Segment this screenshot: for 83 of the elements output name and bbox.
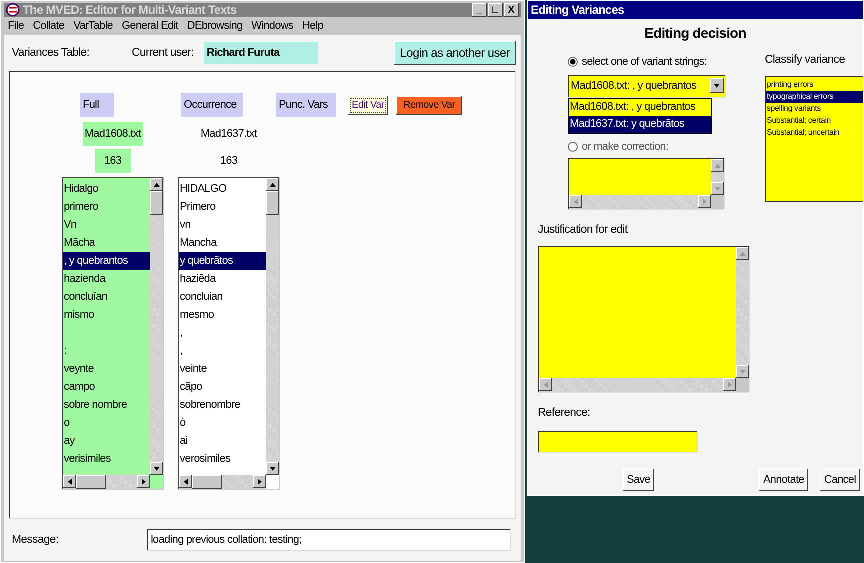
witness-count: 163 xyxy=(95,149,131,173)
list-item[interactable]: haziẽda xyxy=(179,270,266,288)
column-header: Punc. Vars xyxy=(276,93,336,117)
witness-file: Mad1637.txt xyxy=(200,127,258,142)
justification-field[interactable] xyxy=(538,246,750,393)
variant-dropdown[interactable]: Mad1608.txt: , y quebrantos xyxy=(568,75,726,98)
list-item[interactable]: ai xyxy=(179,432,266,450)
witness-file: Mad1608.txt xyxy=(82,122,144,146)
scrollbar[interactable] xyxy=(266,178,279,475)
column-header: Full xyxy=(80,93,114,117)
list-item[interactable]: , y quebrantos xyxy=(63,252,150,270)
list-item[interactable]: Primero xyxy=(179,198,266,216)
classify-label: Classify variance xyxy=(765,54,846,68)
window-title: Editing Variances xyxy=(531,3,624,17)
reference-label: Reference: xyxy=(538,407,592,419)
message-field: loading previous collation: testing; xyxy=(147,529,511,551)
correction-field[interactable] xyxy=(568,158,725,210)
scrollbar[interactable] xyxy=(63,475,150,489)
list-item[interactable]: vn xyxy=(179,216,266,234)
list-item[interactable]: sobrenombre xyxy=(179,396,266,414)
list-item[interactable]: : xyxy=(63,342,150,360)
list-item[interactable]: spelling variants xyxy=(766,103,863,115)
login-button[interactable]: Login as another user xyxy=(394,41,516,65)
radio-option[interactable]: select one of variant strings: xyxy=(568,53,753,71)
witness-count: 163 xyxy=(219,154,239,169)
menu-item[interactable]: General Edit xyxy=(122,20,178,32)
list-item[interactable]: ò xyxy=(179,414,266,432)
radio-option[interactable]: or make correction: xyxy=(568,138,753,156)
dialog-button[interactable]: Save xyxy=(623,469,654,491)
var-button[interactable]: Edit Var xyxy=(348,96,388,114)
reference-field[interactable] xyxy=(538,431,698,453)
table-label: Variances Table: xyxy=(12,47,91,59)
menu-item[interactable]: DEbrowsing xyxy=(187,20,243,32)
list-item[interactable]: typographical errors xyxy=(766,91,863,103)
list-item[interactable]: concluian xyxy=(179,288,266,306)
list-item[interactable]: verisimiles xyxy=(63,450,150,468)
list-item[interactable]: HIDALGO xyxy=(179,180,266,198)
menu-item[interactable]: Help xyxy=(302,20,324,32)
list-item[interactable]: Vn xyxy=(63,216,150,234)
dialog-button[interactable]: Annotate xyxy=(759,469,808,491)
list-item[interactable]: Substantial; certain xyxy=(766,115,863,127)
list-item[interactable]: Mancha xyxy=(179,234,266,252)
scrollbar[interactable] xyxy=(150,178,163,475)
classify-list[interactable]: printing errors typographical errors spelling variants Substantial; certain Substantial; uncertain xyxy=(765,76,863,202)
list-item[interactable]: campo xyxy=(63,378,150,396)
list-item[interactable]: sobre nombre xyxy=(63,396,150,414)
column-header: Occurrence xyxy=(181,93,243,117)
message-label: Message: xyxy=(12,534,60,546)
list-item[interactable]: mesmo xyxy=(179,306,266,324)
list-item[interactable]: cãpo xyxy=(179,378,266,396)
list-item[interactable]: verosimiles xyxy=(179,450,266,468)
list-item[interactable]: , xyxy=(179,342,266,360)
list-item[interactable]: concluîan xyxy=(63,288,150,306)
app-icon xyxy=(6,3,20,17)
list-item[interactable]: ay xyxy=(63,432,150,450)
scrollbar[interactable] xyxy=(179,475,266,489)
list-item[interactable]: , xyxy=(179,324,266,342)
dropdown-option[interactable]: Mad1637.txt: y quebrãtos xyxy=(569,116,711,133)
list-item[interactable]: mismo xyxy=(63,306,150,324)
dropdown-option[interactable]: Mad1608.txt: , y quebrantos xyxy=(569,99,711,116)
menu-item[interactable]: VarTable xyxy=(74,20,113,32)
list-item[interactable]: hazienda xyxy=(63,270,150,288)
list-item[interactable]: veynte xyxy=(63,360,150,378)
list-item[interactable]: o xyxy=(63,414,150,432)
word-list[interactable]: HIDALGO Primero vn Mancha y quebrãtos haziẽda concluian mesmo , , veinte cãpo sobrenombre ò ai verosimiles xyxy=(178,177,280,490)
window-title: The MVED: Editor for Multi-Variant Texts xyxy=(23,3,237,17)
list-item[interactable]: Hidalgo xyxy=(63,180,150,198)
list-item[interactable]: Substantial; uncertain xyxy=(766,127,863,139)
menu-item[interactable]: Windows xyxy=(252,20,294,32)
menu-item[interactable]: File xyxy=(8,20,24,32)
menu-item[interactable]: Collate xyxy=(33,20,65,32)
var-button[interactable]: Remove Var xyxy=(396,96,462,114)
dialog-heading: Editing decision xyxy=(644,25,748,43)
list-item[interactable]: printing errors xyxy=(766,79,863,91)
justification-label: Justification for edit xyxy=(538,224,629,236)
user-label: Current user: xyxy=(132,47,194,59)
list-item[interactable]: Mãcha xyxy=(63,234,150,252)
list-item[interactable]: veinte xyxy=(179,360,266,378)
dialog-button[interactable]: Cancel xyxy=(820,469,860,491)
word-list[interactable]: Hidalgo primero Vn Mãcha , y quebrantos hazienda concluîan mismo : veynte campo sobre nombre o ay verisimiles xyxy=(62,177,164,490)
list-item[interactable]: y quebrãtos xyxy=(179,252,266,270)
current-user: Richard Furuta xyxy=(204,42,318,64)
list-item[interactable]: primero xyxy=(63,198,150,216)
